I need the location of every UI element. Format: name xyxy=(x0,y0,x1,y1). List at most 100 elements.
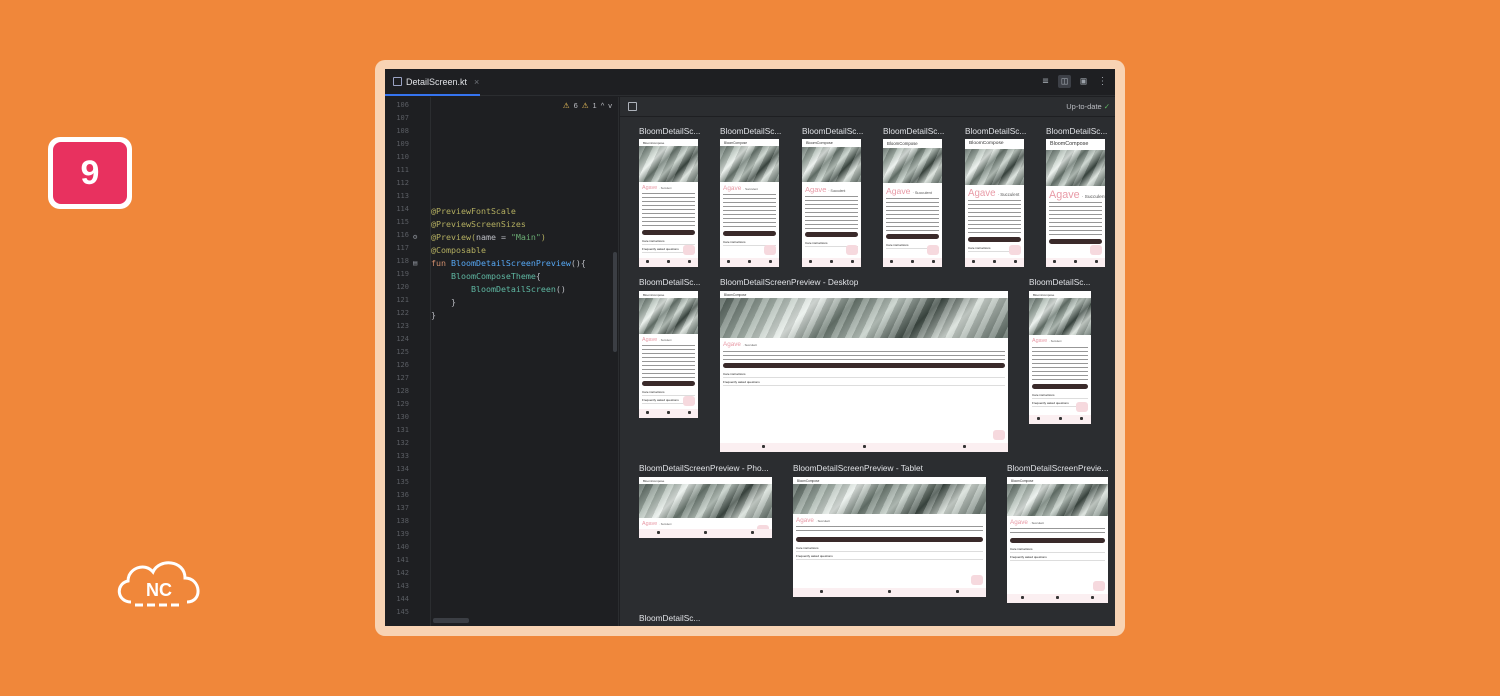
nav-icon xyxy=(704,531,707,534)
preview-title[interactable]: BloomDetailScreenPreview - Desktop xyxy=(720,277,900,287)
accordion-row: Care instructions xyxy=(642,389,665,394)
divider xyxy=(796,550,983,552)
add-preview-icon[interactable] xyxy=(628,102,637,111)
line-number: 110 xyxy=(396,153,409,161)
accordion-row: Care instructions xyxy=(723,372,746,377)
inspection-widget[interactable]: ⚠ 6 ⚠ 1 ^ v xyxy=(563,101,612,110)
preview-title[interactable]: BloomDetailSc... xyxy=(1046,126,1108,136)
preview-title[interactable]: BloomDetailSc... xyxy=(720,126,782,136)
plant-hero-image xyxy=(883,147,942,184)
preview-status: Up-to-date ✓ xyxy=(1066,102,1110,111)
nav-icon xyxy=(830,260,833,263)
line-number: 136 xyxy=(396,491,409,499)
nav-icon xyxy=(687,260,691,263)
plant-type: · Succulent xyxy=(1049,340,1062,344)
add-to-garden-button xyxy=(1049,238,1102,244)
gear-icon[interactable]: ⚙ xyxy=(413,233,417,241)
plant-type: · Succulent xyxy=(828,189,846,194)
nav-icon xyxy=(1013,260,1017,263)
divider xyxy=(1032,398,1088,400)
plant-hero-image xyxy=(639,146,698,182)
plant-name: Agave · Succulent xyxy=(642,337,671,343)
preview-card[interactable]: BloomCompose Agave · Succulent Care instruc… xyxy=(965,139,1024,267)
line-number: 113 xyxy=(396,192,409,200)
preview-title[interactable]: BloomDetailSc... xyxy=(802,126,864,136)
preview-title[interactable]: BloomDetailScreenPreview - Tablet xyxy=(793,463,953,473)
code-line-115: @PreviewScreenSizes xyxy=(431,219,526,229)
horizontal-scrollbar[interactable] xyxy=(433,618,469,623)
plant-name: Agave · Succulent xyxy=(642,521,671,527)
plant-description xyxy=(723,194,776,228)
app-bar: BloomCompose xyxy=(720,291,1008,298)
preview-card[interactable]: BloomCompose Agave · Succulent Care instruc… xyxy=(1029,291,1091,424)
line-number: 144 xyxy=(396,595,409,603)
preview-card[interactable]: BloomCompose Agave · Succulent Care instruc… xyxy=(720,291,1008,452)
preview-card[interactable]: BloomCompose Agave · Succulent Care instruc… xyxy=(883,139,942,267)
preview-card[interactable]: BloomCompose Agave · Succulent Care instruc… xyxy=(720,139,779,267)
app-title: BloomCompose xyxy=(643,478,665,483)
line-gutter: 106 107 108 109 110 111 112 113 114 115 116 117 118 1… xyxy=(385,97,431,626)
preview-card[interactable]: BloomCompose Agave · Succulent xyxy=(1046,139,1105,267)
preview-title[interactable]: BloomDetailSc... xyxy=(883,126,945,136)
vertical-scrollbar[interactable] xyxy=(613,252,617,352)
plant-hero-image xyxy=(720,298,1008,339)
line-number: 128 xyxy=(396,387,409,395)
code-view-icon[interactable]: ≡ xyxy=(1039,75,1052,88)
preview-toolbar: Up-to-date ✓ xyxy=(620,97,1115,117)
preview-card[interactable]: BloomCompose Agave · Succulent xyxy=(639,477,772,538)
divider xyxy=(1010,560,1105,562)
split-view-icon[interactable]: ◫ xyxy=(1058,75,1071,88)
plant-type: · Succulent xyxy=(659,186,672,190)
code-editor[interactable]: 106 107 108 109 110 111 112 113 114 115 116 117 118 1… xyxy=(385,97,619,626)
app-title: BloomCompose xyxy=(797,478,820,483)
line-number: 117 xyxy=(396,244,409,252)
nav-icon xyxy=(850,260,854,263)
more-options-icon[interactable]: ⋮ xyxy=(1096,75,1109,88)
preview-title[interactable]: BloomDetailSc... xyxy=(639,126,701,136)
preview-title[interactable]: BloomDetailScreenPrevie... xyxy=(1007,463,1111,473)
line-number: 140 xyxy=(396,543,409,551)
preview-card[interactable]: BloomCompose Agave · Succulent Care instruc… xyxy=(802,139,861,267)
line-number: 127 xyxy=(396,374,409,382)
bottom-navigation xyxy=(639,258,698,267)
nav-icon xyxy=(667,411,670,414)
app-bar: BloomCompose xyxy=(639,291,698,298)
plant-name-text: Agave xyxy=(968,187,996,199)
preview-title[interactable]: BloomDetailSc... xyxy=(1029,277,1095,287)
nav-icon xyxy=(1020,596,1024,599)
plant-hero-image xyxy=(1029,298,1091,336)
preview-title[interactable]: BloomDetailScreenPreview - Pho... xyxy=(639,463,779,473)
preview-card[interactable]: BloomCompose Agave · Succulent Care instruc… xyxy=(639,139,698,267)
line-number: 109 xyxy=(396,140,409,148)
add-to-garden-button xyxy=(886,234,939,240)
chevron-up-icon[interactable]: ^ xyxy=(601,101,605,110)
chevron-down-icon[interactable]: v xyxy=(608,101,612,110)
plant-description xyxy=(1010,527,1105,536)
tab-detail-screen[interactable]: DetailScreen.kt × xyxy=(385,69,480,96)
app-bar: BloomCompose xyxy=(793,477,986,484)
edit-fab xyxy=(993,430,1005,440)
close-icon[interactable]: × xyxy=(474,77,479,87)
plant-hero-image xyxy=(639,298,698,334)
nav-icon xyxy=(687,411,691,414)
design-view-icon[interactable]: ▣ xyxy=(1077,75,1090,88)
preview-gutter-icon[interactable]: ▤ xyxy=(413,259,417,267)
line-number: 122 xyxy=(396,309,409,317)
nav-icon xyxy=(1094,260,1098,263)
edit-fab xyxy=(764,245,776,255)
app-title: BloomCompose xyxy=(887,140,918,146)
preview-card[interactable]: BloomCompose Agave · Succulent Care instruc… xyxy=(1007,477,1108,603)
check-icon: ✓ xyxy=(1103,102,1110,111)
preview-title[interactable]: BloomDetailSc... xyxy=(639,277,701,287)
accordion-row: Frequently asked questions xyxy=(1010,555,1047,560)
line-number: 116 xyxy=(396,231,409,239)
plant-name: Agave · Succulent xyxy=(1049,189,1105,201)
preview-title[interactable]: BloomDetailSc... xyxy=(965,126,1027,136)
preview-card[interactable]: BloomCompose Agave · Succulent Care instruc… xyxy=(639,291,698,418)
preview-card[interactable]: BloomCompose Agave · Succulent Care instruc… xyxy=(793,477,986,597)
plant-name: Agave · Succulent xyxy=(1032,338,1061,344)
plant-name: Agave · Succulent xyxy=(642,185,671,191)
accordion-row: Frequently asked questions xyxy=(642,397,679,402)
plant-description xyxy=(1032,346,1088,382)
preview-title[interactable]: BloomDetailSc... xyxy=(639,613,705,623)
